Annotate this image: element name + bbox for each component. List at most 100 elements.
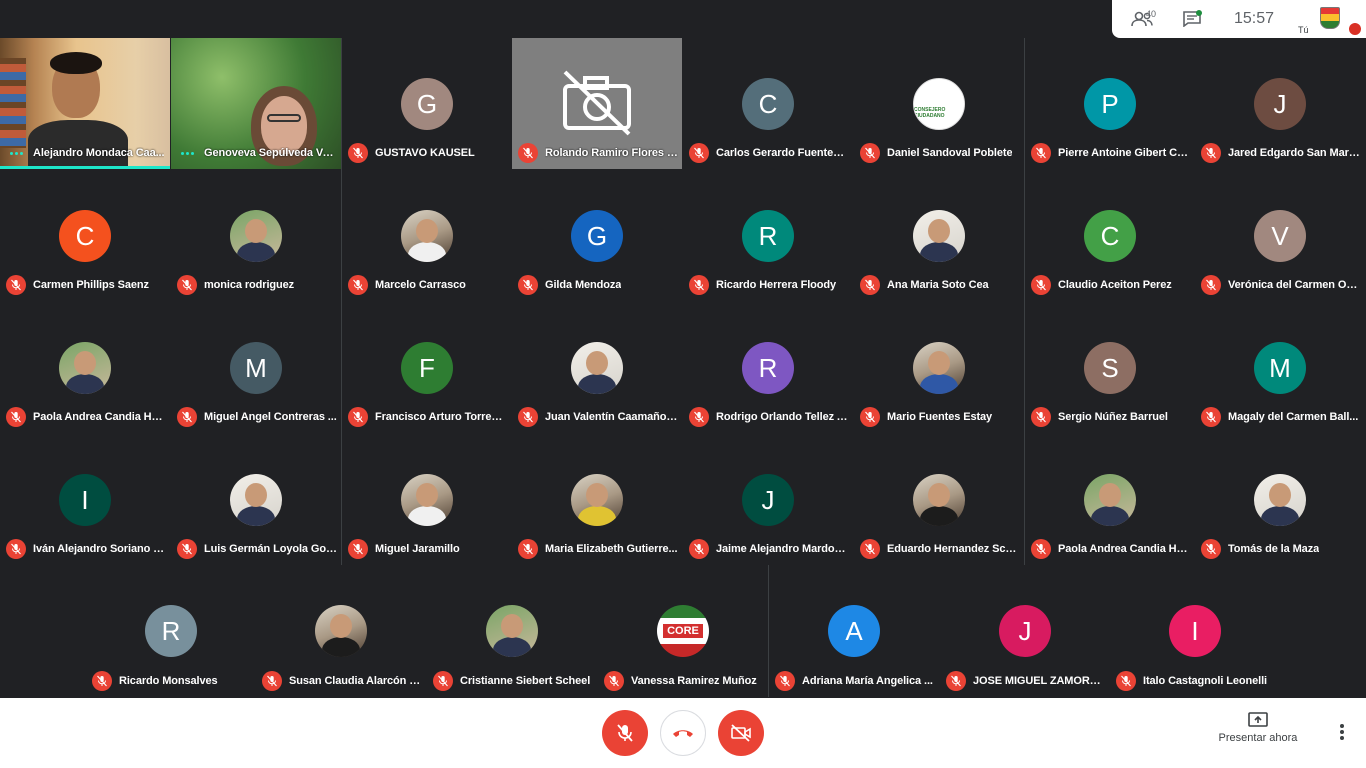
participant-tile[interactable]: Genoveva Sepúlveda Ve... [171, 38, 341, 169]
self-view-thumbnail[interactable]: Tú [1296, 0, 1366, 38]
participant-tile[interactable]: R Ricardo Herrera Floody [683, 170, 853, 301]
participant-tile[interactable]: Tomás de la Maza [1195, 434, 1365, 565]
participant-tile[interactable]: Eduardo Hernandez Sch... [854, 434, 1024, 565]
participant-nameplate: Jaime Alejandro Mardon... [689, 539, 849, 559]
participant-tile[interactable]: Cristianne Siebert Scheel [427, 565, 597, 697]
participant-tile[interactable]: Paola Andrea Candia Hu... [0, 302, 170, 433]
participant-name: Jared Edgardo San Mart... [1228, 147, 1361, 159]
participant-tile[interactable]: Marcelo Carrasco [342, 170, 512, 301]
participant-tile[interactable]: Luis Germán Loyola Gon... [171, 434, 341, 565]
participant-tile[interactable]: CORE Vanessa Ramirez Muñoz [598, 565, 768, 697]
mic-off-icon [617, 724, 633, 742]
avatar-initial: C [59, 210, 111, 262]
avatar-photo [230, 210, 282, 262]
chat-button[interactable] [1172, 0, 1212, 38]
participant-nameplate: Francisco Arturo Torres ... [348, 407, 508, 427]
hangup-button[interactable] [660, 710, 706, 756]
participant-tile[interactable]: I Iván Alejandro Soriano T... [0, 434, 170, 565]
participant-nameplate: Tomás de la Maza [1201, 539, 1361, 559]
participant-tile[interactable]: DANIEL SANDOVALCONSEJERO CIUDADANO Daniel… [854, 38, 1024, 169]
participant-tile[interactable]: G GUSTAVO KAUSEL [342, 38, 512, 169]
avatar-initial: J [742, 474, 794, 526]
participant-name: Maria Elizabeth Gutierre... [545, 543, 678, 555]
participant-tile[interactable]: M Miguel Angel Contreras ... [171, 302, 341, 433]
participant-tile[interactable]: C Claudio Aceiton Perez [1025, 170, 1195, 301]
participant-tile[interactable]: Maria Elizabeth Gutierre... [512, 434, 682, 565]
mic-off-icon [1201, 275, 1221, 295]
avatar-initial: G [571, 210, 623, 262]
participant-nameplate: Paola Andrea Candia Hu... [1031, 539, 1191, 559]
participant-tile[interactable]: C Carmen Phillips Saenz [0, 170, 170, 301]
participant-tile[interactable]: Susan Claudia Alarcón R... [256, 565, 426, 697]
avatar-photo [571, 474, 623, 526]
participant-name: Rodrigo Orlando Tellez A... [716, 411, 849, 423]
participant-nameplate: Daniel Sandoval Poblete [860, 143, 1020, 163]
logo-text: DANIEL SANDOVAL [913, 78, 964, 117]
participant-tile[interactable]: R Ricardo Monsalves [86, 565, 256, 697]
avatar-photo [571, 342, 623, 394]
camera-toggle-button[interactable] [718, 710, 764, 756]
participant-nameplate: Rolando Ramiro Flores F... [518, 143, 678, 163]
participant-tile[interactable]: P Pierre Antoine Gibert Col... [1025, 38, 1195, 169]
participant-tile[interactable]: Juan Valentín Caamaño ... [512, 302, 682, 433]
participant-tile[interactable]: S Sergio Núñez Barruel [1025, 302, 1195, 433]
participant-tile[interactable]: G Gilda Mendoza [512, 170, 682, 301]
present-now-button[interactable]: Presentar ahora [1212, 712, 1304, 744]
avatar-initial: I [59, 474, 111, 526]
participant-name: Jaime Alejandro Mardon... [716, 543, 849, 555]
speaking-indicator-icon [177, 143, 197, 163]
participant-tile[interactable]: Alejandro Mondaca Caa... [0, 38, 170, 169]
camera-off-icon [563, 70, 631, 136]
call-controls-bar: Presentar ahora [0, 698, 1366, 768]
participant-tile[interactable]: I Italo Castagnoli Leonelli [1110, 565, 1280, 697]
participant-nameplate: Luis Germán Loyola Gon... [177, 539, 337, 559]
participant-name: Ana Maria Soto Cea [887, 279, 989, 291]
participant-tile[interactable]: R Rodrigo Orlando Tellez A... [683, 302, 853, 433]
mic-off-icon [689, 539, 709, 559]
avatar-initial: J [1254, 78, 1306, 130]
avatar-initial: A [828, 605, 880, 657]
mic-off-icon [1031, 407, 1051, 427]
self-label: Tú [1298, 25, 1309, 35]
mic-off-icon [433, 671, 453, 691]
participant-nameplate: Mario Fuentes Estay [860, 407, 1020, 427]
avatar-photo [315, 605, 367, 657]
participant-tile[interactable]: Rolando Ramiro Flores F... [512, 38, 682, 169]
participant-tile[interactable]: Paola Andrea Candia Hu... [1025, 434, 1195, 565]
participant-nameplate: Rodrigo Orlando Tellez A... [689, 407, 849, 427]
participant-tile[interactable]: Ana Maria Soto Cea [854, 170, 1024, 301]
avatar-photo [1084, 474, 1136, 526]
mic-off-icon [348, 407, 368, 427]
avatar-initial: J [999, 605, 1051, 657]
participant-tile[interactable]: M Magaly del Carmen Ball... [1195, 302, 1365, 433]
participants-button[interactable]: 40 [1112, 0, 1172, 38]
participant-tile[interactable]: J Jaime Alejandro Mardon... [683, 434, 853, 565]
participant-tile[interactable]: monica rodriguez [171, 170, 341, 301]
participant-tile[interactable]: A Adriana María Angelica ... [769, 565, 939, 697]
participant-tile[interactable]: J JOSE MIGUEL ZAMORA ... [940, 565, 1110, 697]
avatar-initial: R [742, 210, 794, 262]
unread-dot [1196, 10, 1202, 16]
avatar-logo: DANIEL SANDOVALCONSEJERO CIUDADANO [913, 78, 965, 130]
participant-nameplate: Jared Edgardo San Mart... [1201, 143, 1361, 163]
participant-name: Gilda Mendoza [545, 279, 622, 291]
participant-name: Claudio Aceiton Perez [1058, 279, 1172, 291]
more-options-button[interactable] [1330, 720, 1354, 744]
participant-tile[interactable]: J Jared Edgardo San Mart... [1195, 38, 1365, 169]
participant-nameplate: Ricardo Monsalves [92, 671, 252, 691]
participant-tile[interactable]: F Francisco Arturo Torres ... [342, 302, 512, 433]
participant-name: Ricardo Herrera Floody [716, 279, 837, 291]
participant-nameplate: Marcelo Carrasco [348, 275, 508, 295]
participant-tile[interactable]: Mario Fuentes Estay [854, 302, 1024, 433]
mic-off-icon [348, 539, 368, 559]
mic-off-icon [1201, 539, 1221, 559]
avatar-photo [913, 342, 965, 394]
participant-name: Rolando Ramiro Flores F... [545, 147, 678, 159]
participant-nameplate: Verónica del Carmen Ort... [1201, 275, 1361, 295]
participant-tile[interactable]: Miguel Jaramillo [342, 434, 512, 565]
mic-toggle-button[interactable] [602, 710, 648, 756]
participant-tile[interactable]: V Verónica del Carmen Ort... [1195, 170, 1365, 301]
mic-off-icon [1031, 275, 1051, 295]
present-now-label: Presentar ahora [1218, 732, 1298, 744]
participant-tile[interactable]: C Carlos Gerardo Fuentes ... [683, 38, 853, 169]
